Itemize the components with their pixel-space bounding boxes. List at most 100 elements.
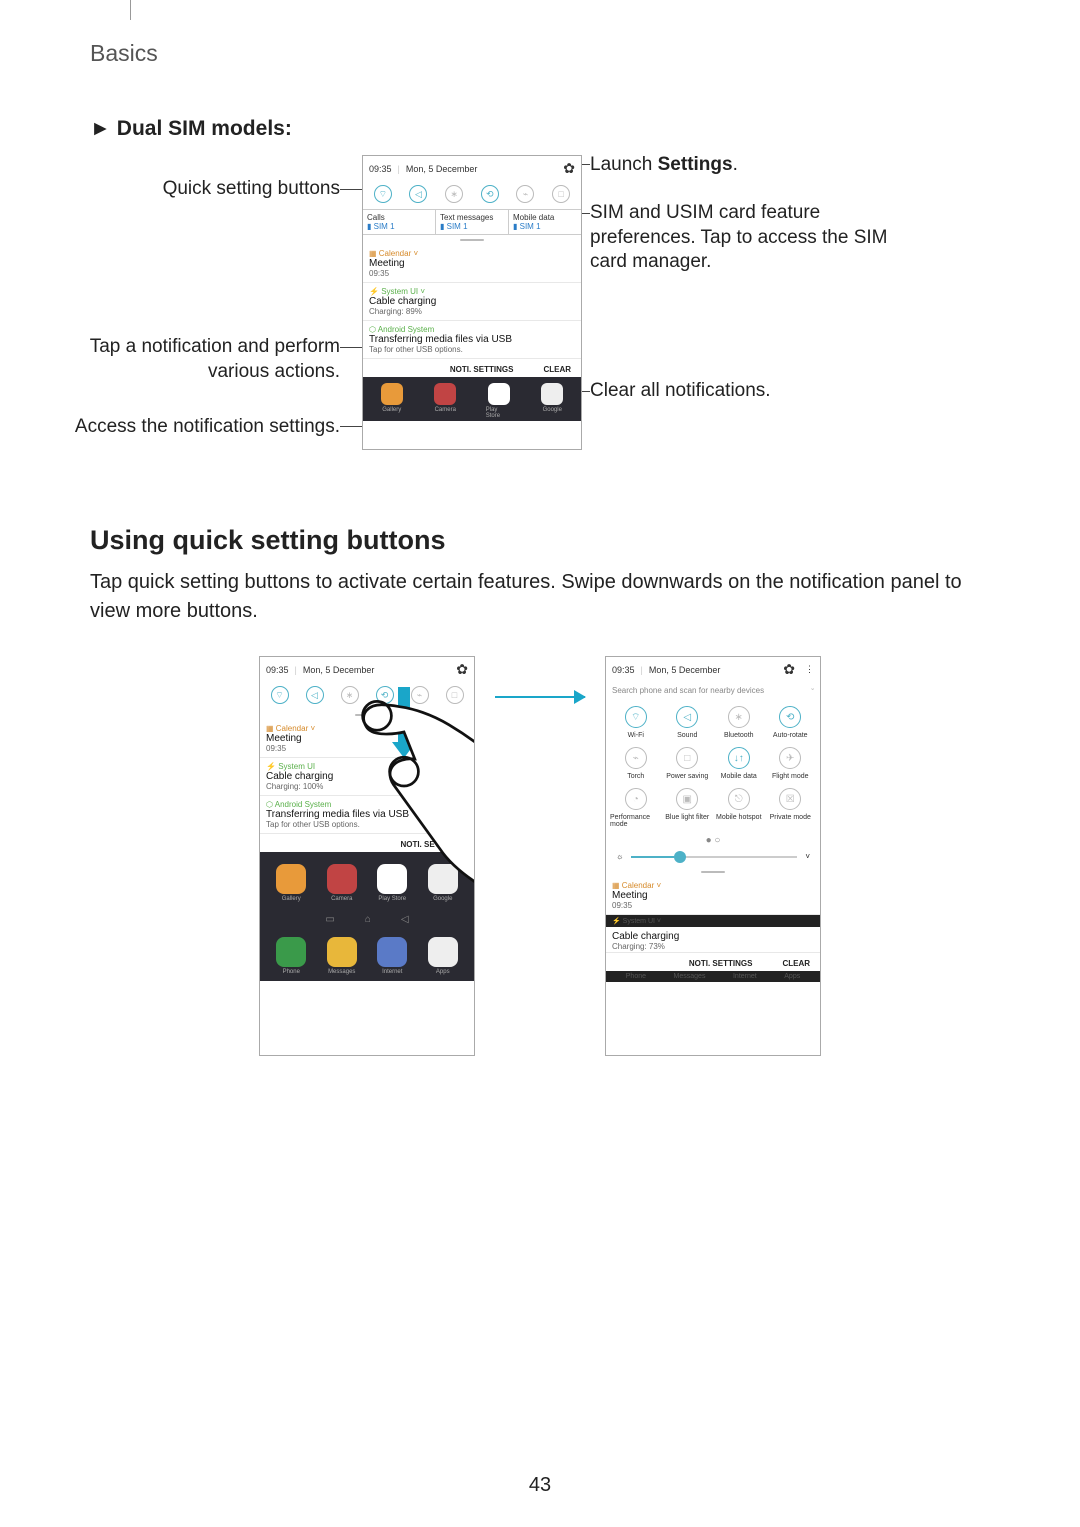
- torch-icon[interactable]: ⌁: [516, 185, 534, 203]
- callout-quick-settings: Quick setting buttons: [80, 177, 340, 202]
- app-icon[interactable]: Google: [539, 383, 565, 419]
- gear-icon[interactable]: ✿: [456, 661, 468, 678]
- page-margin-rule: [130, 0, 131, 20]
- sim-data[interactable]: Mobile data ▮ SIM 1: [509, 210, 581, 234]
- sim-calls[interactable]: Calls ▮ SIM 1: [363, 210, 436, 234]
- app-icon[interactable]: Play Store: [369, 864, 416, 902]
- dual-sim-label: Dual SIM models:: [117, 117, 292, 140]
- quick-settings-row[interactable]: ⌔ ◁ ∗ ⟲ ⌁ □: [260, 682, 474, 710]
- app-icon[interactable]: Gallery: [268, 864, 315, 902]
- bluetooth-icon[interactable]: ∗: [445, 185, 463, 203]
- gear-icon[interactable]: ✿: [783, 661, 795, 678]
- torch-icon[interactable]: ⌁: [411, 686, 429, 704]
- qs-bluetooth[interactable]: ∗Bluetooth: [713, 706, 765, 739]
- dual-sim-heading: ► Dual SIM models:: [90, 117, 990, 141]
- clear-button[interactable]: CLEAR: [782, 959, 810, 968]
- app-icon[interactable]: Camera: [319, 864, 366, 902]
- drag-handle-icon[interactable]: [701, 871, 725, 873]
- noti-settings-button[interactable]: NOTI. SETTINGS: [689, 959, 753, 968]
- home-apps-strip: Gallery Camera Play Store Google: [363, 377, 581, 421]
- dim-app-row: Phone Messages Internet Apps: [606, 971, 820, 982]
- drag-handle-icon[interactable]: [355, 714, 379, 716]
- callout-access-settings: Access the notification settings.: [20, 415, 340, 440]
- gear-icon[interactable]: ✿: [563, 160, 575, 177]
- autorotate-icon[interactable]: ⟲: [376, 686, 394, 704]
- notification-item[interactable]: ▦ Calendar ˅ Meeting 09:35: [606, 877, 820, 915]
- quick-settings-body: Tap quick setting buttons to activate ce…: [90, 568, 990, 626]
- notification-item[interactable]: ⬡ Android System Transferring media file…: [260, 796, 474, 834]
- notification-item[interactable]: ⬡ Android System Transferring media file…: [363, 321, 581, 359]
- notification-item[interactable]: ▦ Calendar ˅ Meeting 09:35: [260, 720, 474, 758]
- launch-settings-period: .: [733, 154, 738, 175]
- app-icon[interactable]: Phone: [268, 937, 315, 975]
- section-header: Basics: [90, 40, 990, 67]
- powersave-icon[interactable]: □: [446, 686, 464, 704]
- qs-autorotate[interactable]: ⟲Auto-rotate: [765, 706, 817, 739]
- qs-sound[interactable]: ◁Sound: [662, 706, 714, 739]
- status-date: Mon, 5 December: [406, 164, 478, 174]
- launch-settings-text: Launch: [590, 154, 658, 175]
- callout-sim-feature: SIM and USIM card feature preferences. T…: [590, 201, 890, 275]
- app-icon[interactable]: Google: [420, 864, 467, 902]
- notification-actions: NOTI. SETTINGS: [260, 834, 474, 852]
- callout-launch-settings: Launch Settings.: [590, 153, 738, 178]
- sound-icon[interactable]: ◁: [306, 686, 324, 704]
- status-time: 09:35: [369, 164, 392, 174]
- notification-actions: NOTI. SETTINGS CLEAR: [363, 359, 581, 377]
- qs-wifi[interactable]: ⌔Wi-Fi: [610, 706, 662, 739]
- wifi-icon[interactable]: ⌔: [271, 686, 289, 704]
- qs-powersave[interactable]: □Power saving: [662, 747, 714, 780]
- notification-item[interactable]: ⚡ System UI ˅ Cable charging Charging: 8…: [363, 283, 581, 321]
- notification-item[interactable]: ▦ Calendar ˅ Meeting 09:35: [363, 245, 581, 283]
- wifi-icon[interactable]: ⌔: [374, 185, 392, 203]
- qs-mobiledata[interactable]: ↓↑Mobile data: [713, 747, 765, 780]
- diagram-dual-sim: Quick setting buttons Tap a notification…: [90, 155, 990, 495]
- drag-handle-icon[interactable]: [460, 239, 484, 241]
- arrow-bullet: ►: [90, 117, 111, 140]
- home-screen: Gallery Camera Play Store Google ▭ ⌂ ◁ P…: [260, 852, 474, 981]
- notification-item[interactable]: Cable charging Charging: 73%: [606, 927, 820, 953]
- mic-icon[interactable]: ⏑: [811, 685, 814, 695]
- chevron-down-icon[interactable]: ˅: [805, 852, 810, 861]
- quick-settings-heading: Using quick setting buttons: [90, 525, 990, 556]
- noti-settings-button[interactable]: NOTI. SETTINGS: [450, 365, 514, 374]
- app-icon[interactable]: Internet: [369, 937, 416, 975]
- powersave-icon[interactable]: □: [552, 185, 570, 203]
- search-placeholder: Search phone and scan for nearby devices: [612, 686, 764, 695]
- app-icon[interactable]: Play Store: [486, 383, 512, 419]
- noti-settings-button[interactable]: NOTI. SETTINGS: [400, 840, 464, 849]
- brightness-slider[interactable]: ☼ ˅: [606, 849, 820, 867]
- bluetooth-icon[interactable]: ∗: [341, 686, 359, 704]
- qs-private[interactable]: ☒Private mode: [765, 788, 817, 828]
- sound-icon[interactable]: ◁: [409, 185, 427, 203]
- search-bar[interactable]: Search phone and scan for nearby devices…: [606, 682, 820, 698]
- status-bar: 09:35 | Mon, 5 December ✿: [363, 156, 581, 181]
- recent-icon[interactable]: ▭: [325, 914, 334, 925]
- qs-bluelight[interactable]: ▣Blue light filter: [662, 788, 714, 828]
- more-icon[interactable]: ⋮: [805, 664, 814, 675]
- quick-settings-grid: ⌔Wi-Fi ◁Sound ∗Bluetooth ⟲Auto-rotate ⌁T…: [606, 698, 820, 832]
- app-icon[interactable]: Gallery: [379, 383, 405, 419]
- sim-preferences-row[interactable]: Calls ▮ SIM 1 Text messages ▮ SIM 1 Mobi…: [363, 209, 581, 235]
- quick-settings-row[interactable]: ⌔ ◁ ∗ ⟲ ⌁ □: [363, 181, 581, 209]
- page-indicator: ● ○: [606, 832, 820, 849]
- back-icon[interactable]: ◁: [401, 914, 409, 925]
- callout-tap-notification: Tap a notification and perform various a…: [50, 335, 340, 384]
- callout-clear-all: Clear all notifications.: [590, 379, 771, 404]
- clear-button[interactable]: CLEAR: [543, 365, 571, 374]
- app-icon[interactable]: Camera: [432, 383, 458, 419]
- qs-hotspot[interactable]: ⎋Mobile hotspot: [713, 788, 765, 828]
- app-icon[interactable]: Apps: [420, 937, 467, 975]
- status-bar: 09:35 | Mon, 5 December ✿ ⋮: [606, 657, 820, 682]
- autorotate-icon[interactable]: ⟲: [481, 185, 499, 203]
- arrow-icon: [495, 696, 585, 698]
- notification-item[interactable]: ⚡ System UI Cable charging Charging: 100…: [260, 758, 474, 796]
- qs-flightmode[interactable]: ✈Flight mode: [765, 747, 817, 780]
- qs-torch[interactable]: ⌁Torch: [610, 747, 662, 780]
- sim-texts[interactable]: Text messages ▮ SIM 1: [436, 210, 509, 234]
- home-icon[interactable]: ⌂: [365, 914, 371, 925]
- app-icon[interactable]: Messages: [319, 937, 366, 975]
- dim-row: ⚡ System UI ˅: [606, 915, 820, 927]
- swipe-down-arrow-icon: [395, 687, 413, 757]
- qs-performance[interactable]: ◔Performance mode: [610, 788, 662, 828]
